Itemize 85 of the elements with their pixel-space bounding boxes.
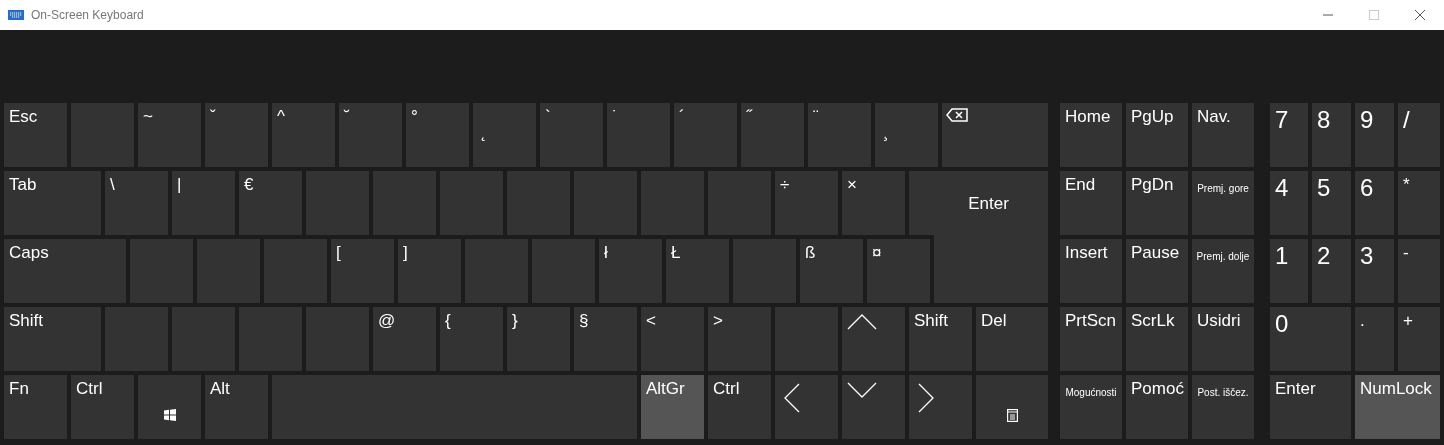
key[interactable]: /	[1398, 103, 1440, 167]
key[interactable]: 7	[1270, 103, 1308, 167]
chevron-right-icon	[918, 383, 934, 413]
key[interactable]: ¸	[875, 103, 938, 167]
window-title: On-Screen Keyboard	[31, 7, 144, 24]
windows-logo-icon	[163, 409, 176, 421]
key[interactable]: ¤	[867, 239, 930, 303]
key[interactable]: 4	[1270, 171, 1308, 235]
key[interactable]: Del	[976, 307, 1048, 371]
key[interactable]: Tab	[4, 171, 101, 235]
key[interactable]: Enter	[909, 171, 1048, 235]
key[interactable]: -	[1398, 239, 1440, 303]
key[interactable]: 0	[1270, 307, 1351, 371]
key[interactable]: >	[708, 307, 771, 371]
key[interactable]: |	[172, 171, 235, 235]
key[interactable]: Home	[1060, 103, 1122, 167]
key[interactable]: ]	[398, 239, 461, 303]
key[interactable]: 6	[1355, 171, 1394, 235]
key[interactable]: }	[507, 307, 570, 371]
key[interactable]: ScrLk	[1126, 307, 1188, 371]
key[interactable]: PgDn	[1126, 171, 1188, 235]
key[interactable]: Usidri	[1192, 307, 1254, 371]
key[interactable]: \	[105, 171, 168, 235]
chevron-up-icon	[847, 314, 877, 330]
key[interactable]: Esc	[4, 103, 67, 167]
key[interactable]: +	[1398, 307, 1440, 371]
key[interactable]: Pomoć	[1126, 375, 1188, 439]
key[interactable]: ~	[138, 103, 201, 167]
chevron-down-icon	[847, 382, 877, 398]
key[interactable]: [	[331, 239, 394, 303]
key[interactable]: 9	[1355, 103, 1394, 167]
key[interactable]: .	[1355, 307, 1394, 371]
key[interactable]	[138, 375, 201, 439]
key[interactable]: Premj. gore	[1192, 171, 1254, 235]
key[interactable]: Ctrl	[71, 375, 134, 439]
key[interactable]: Nav.	[1192, 103, 1254, 167]
key[interactable]: ^	[272, 103, 335, 167]
key[interactable]: ˙	[607, 103, 670, 167]
key[interactable]: `	[540, 103, 603, 167]
key[interactable]: @	[373, 307, 436, 371]
key[interactable]: ×	[842, 171, 905, 235]
key[interactable]: Ctrl	[708, 375, 771, 439]
key[interactable]: 3	[1355, 239, 1394, 303]
keyboard-icon	[8, 10, 24, 20]
key[interactable]: Ł	[666, 239, 729, 303]
key[interactable]: Shift	[4, 307, 101, 371]
key[interactable]: ˘	[339, 103, 402, 167]
key[interactable]: §	[574, 307, 637, 371]
key[interactable]: €	[239, 171, 302, 235]
key[interactable]: ˇ	[205, 103, 268, 167]
key[interactable]: End	[1060, 171, 1122, 235]
key[interactable]: ÷	[775, 171, 838, 235]
backspace-icon	[946, 108, 968, 122]
key[interactable]: Pause	[1126, 239, 1188, 303]
key[interactable]: {	[440, 307, 503, 371]
key[interactable]: 5	[1312, 171, 1351, 235]
menu-key-icon	[1006, 408, 1018, 422]
key[interactable]: °	[406, 103, 469, 167]
key[interactable]: ˝	[741, 103, 804, 167]
key[interactable]: Enter	[1270, 375, 1351, 439]
key[interactable]: Post. iščez.	[1192, 375, 1254, 439]
key[interactable]: ´	[674, 103, 737, 167]
key[interactable]: 2	[1312, 239, 1351, 303]
key[interactable]: 1	[1270, 239, 1308, 303]
close-icon[interactable]	[1414, 9, 1426, 21]
key[interactable]: Fn	[4, 375, 67, 439]
key[interactable]: Alt	[205, 375, 268, 439]
key[interactable]: Caps	[4, 239, 126, 303]
key[interactable]: Mogućnosti	[1060, 375, 1122, 439]
key[interactable]: PrtScn	[1060, 307, 1122, 371]
key[interactable]: ł	[599, 239, 662, 303]
key[interactable]: Insert	[1060, 239, 1122, 303]
key[interactable]: ¨	[808, 103, 871, 167]
key[interactable]: *	[1398, 171, 1440, 235]
key[interactable]: ˛	[473, 103, 536, 167]
maximize-icon[interactable]	[1368, 9, 1380, 21]
key[interactable]: Premj. dolje	[1192, 239, 1254, 303]
key[interactable]: AltGr	[641, 375, 704, 439]
key[interactable]: NumLock	[1355, 375, 1440, 439]
key[interactable]: <	[641, 307, 704, 371]
key[interactable]: Shift	[909, 307, 972, 371]
key[interactable]: 8	[1312, 103, 1351, 167]
key[interactable]: PgUp	[1126, 103, 1188, 167]
chevron-left-icon	[784, 383, 800, 413]
key[interactable]: ß	[800, 239, 863, 303]
